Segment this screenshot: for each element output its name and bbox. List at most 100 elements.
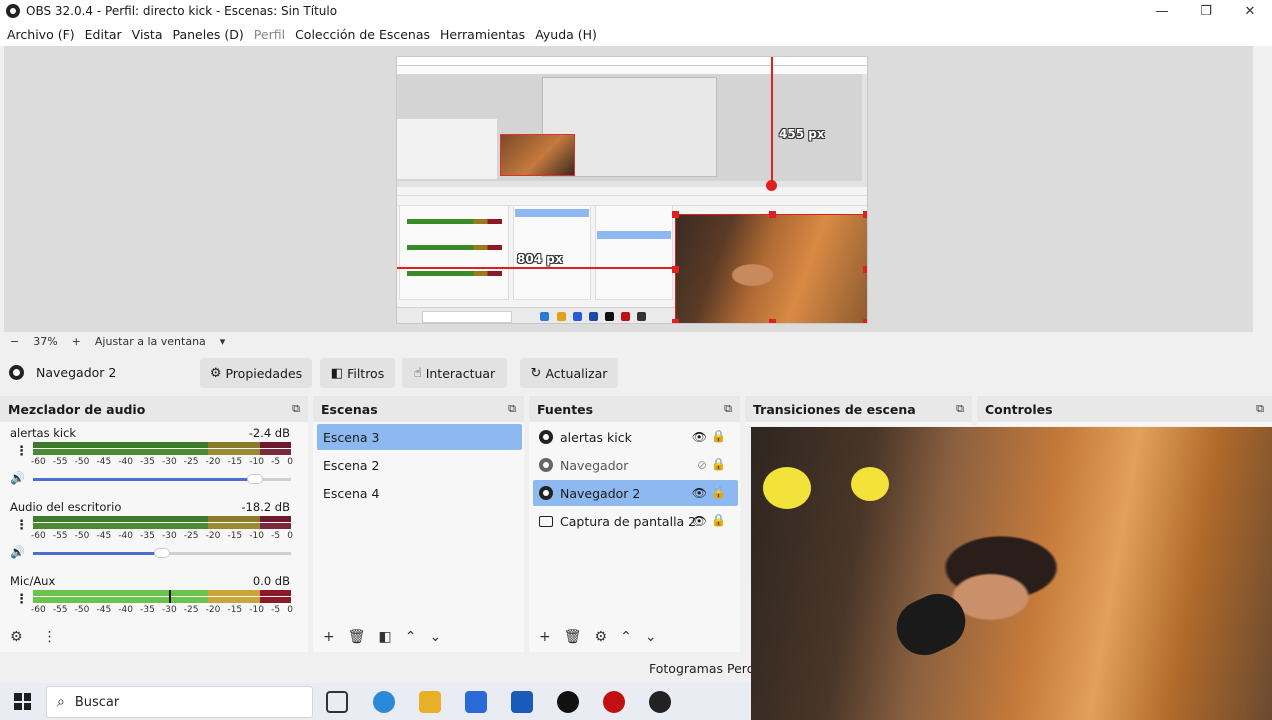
zoom-in-button[interactable]: + <box>72 335 81 348</box>
volume-slider-thumb[interactable] <box>246 474 263 484</box>
recording-app-icon[interactable] <box>603 691 625 713</box>
lock-icon[interactable]: 🔒 <box>711 485 726 499</box>
microsoft-store-icon[interactable] <box>465 691 487 713</box>
source-item[interactable]: Navegador 2 👁 🔒 <box>533 480 738 506</box>
resize-handle[interactable] <box>769 211 776 218</box>
vertical-distance-label: 455 px <box>779 127 825 141</box>
scene-item[interactable]: Escena 4 <box>317 480 522 506</box>
tiktok-icon[interactable] <box>557 691 579 713</box>
volume-slider[interactable] <box>33 548 291 558</box>
meter-tick-label: -20 <box>205 457 221 467</box>
outlook-icon[interactable] <box>511 691 533 713</box>
filter-icon[interactable]: ◧ <box>379 629 392 645</box>
meter-tick-label: -55 <box>52 531 68 541</box>
gear-icon[interactable]: ⚙ <box>595 629 608 645</box>
resize-handle[interactable] <box>672 211 679 218</box>
browser-icon <box>539 458 553 472</box>
trash-icon[interactable]: 🗑 <box>348 629 366 645</box>
source-item[interactable]: alertas kick 👁 🔒 <box>533 424 738 450</box>
refresh-button[interactable]: ↻ Actualizar <box>520 358 618 388</box>
dock-header: Escenas ⧉ <box>313 396 524 422</box>
scene-item[interactable]: Escena 3 <box>317 424 522 450</box>
obs-taskbar-icon[interactable] <box>649 691 671 713</box>
scenes-title: Escenas <box>321 401 378 417</box>
speaker-icon[interactable]: 🔊 <box>10 471 25 485</box>
lock-icon[interactable]: 🔒 <box>711 513 726 527</box>
menu-profile[interactable]: Perfil <box>249 27 290 42</box>
menu-file[interactable]: Archivo (F) <box>2 27 80 42</box>
lock-icon[interactable]: 🔒 <box>711 429 726 443</box>
meter-tick-label: -50 <box>74 605 90 615</box>
eye-icon[interactable]: 👁 <box>692 430 707 444</box>
undock-icon[interactable]: ⧉ <box>1256 402 1264 416</box>
eye-icon[interactable]: 👁 <box>692 486 707 500</box>
preview-canvas[interactable]: 455 px 804 px <box>396 56 868 324</box>
move-down-icon[interactable]: ⌄ <box>429 629 441 645</box>
lock-icon[interactable]: 🔒 <box>711 457 726 471</box>
resize-handle[interactable] <box>863 211 867 218</box>
screen-capture-icon <box>539 515 553 527</box>
kebab-menu-icon[interactable]: ⋮ <box>15 444 28 459</box>
add-icon[interactable]: + <box>539 629 551 645</box>
minimize-button[interactable]: — <box>1140 0 1184 22</box>
edge-browser-icon[interactable] <box>373 691 395 713</box>
fit-to-window-label[interactable]: Ajustar a la ventana <box>95 335 206 348</box>
move-up-icon[interactable]: ⌃ <box>405 629 417 645</box>
trash-icon[interactable]: 🗑 <box>564 629 582 645</box>
resize-handle[interactable] <box>672 319 679 323</box>
kebab-menu-icon[interactable]: ⋮ <box>15 518 28 533</box>
interact-button[interactable]: ☝ Interactuar <box>402 358 507 388</box>
undock-icon[interactable]: ⧉ <box>956 402 964 416</box>
move-up-icon[interactable]: ⌃ <box>620 629 632 645</box>
meter-tick-label: -15 <box>227 605 243 615</box>
scene-label: Escena 3 <box>323 429 380 445</box>
volume-slider-thumb[interactable] <box>154 548 170 558</box>
undock-icon[interactable]: ⧉ <box>724 402 732 416</box>
undock-icon[interactable]: ⧉ <box>292 402 300 416</box>
close-button[interactable]: ✕ <box>1228 0 1272 22</box>
taskbar-search[interactable]: ⌕ Buscar <box>46 686 313 718</box>
properties-button[interactable]: ⚙ Propiedades <box>200 358 312 388</box>
menu-edit[interactable]: Editar <box>80 27 127 42</box>
menu-docks[interactable]: Paneles (D) <box>168 27 249 42</box>
zoom-out-button[interactable]: − <box>10 335 19 348</box>
task-view-icon[interactable] <box>326 691 348 713</box>
move-down-icon[interactable]: ⌄ <box>645 629 657 645</box>
scene-item[interactable]: Escena 2 <box>317 452 522 478</box>
speaker-icon[interactable]: 🔊 <box>10 545 25 559</box>
menu-help[interactable]: Ayuda (H) <box>530 27 602 42</box>
menu-tools[interactable]: Herramientas <box>435 27 530 42</box>
obs-logo-icon <box>6 4 20 18</box>
filters-button[interactable]: ◧ Filtros <box>320 358 395 388</box>
eye-hidden-icon[interactable]: ⊘ <box>697 458 707 472</box>
menu-scene-collection[interactable]: Colección de Escenas <box>290 27 435 42</box>
advanced-audio-gear-icon[interactable]: ⚙ <box>10 629 23 645</box>
source-item[interactable]: Captura de pantalla 2 👁 🔒 <box>533 508 738 534</box>
source-item[interactable]: Navegador ⊘ 🔒 <box>533 452 738 478</box>
resize-handle[interactable] <box>863 319 867 323</box>
menu-view[interactable]: Vista <box>127 27 168 42</box>
add-icon[interactable]: + <box>323 629 335 645</box>
meter-tick-label: -60 <box>31 531 46 541</box>
controls-dock: Controles ⧉ <box>977 396 1272 426</box>
preview-area[interactable]: 455 px 804 px <box>4 46 1253 332</box>
windows-start-icon[interactable] <box>14 693 31 710</box>
file-explorer-icon[interactable] <box>419 691 441 713</box>
maximize-button[interactable]: ❐ <box>1184 0 1228 22</box>
resize-handle[interactable] <box>769 319 776 323</box>
eye-icon[interactable]: 👁 <box>692 514 707 528</box>
search-icon: ⌕ <box>57 694 65 710</box>
resize-handle[interactable] <box>863 266 867 273</box>
selection-box[interactable] <box>675 214 867 323</box>
meter-tick-label: -5 <box>271 605 281 615</box>
undock-icon[interactable]: ⧉ <box>508 402 516 416</box>
kebab-menu-icon[interactable]: ⋮ <box>15 592 28 607</box>
meter-tick-label: -10 <box>249 531 264 541</box>
meter-tick-label: -30 <box>161 531 177 541</box>
meter-tick-label: -45 <box>96 605 112 615</box>
source-context-bar: Navegador 2 ⚙ Propiedades ◧ Filtros ☝ In… <box>0 354 1272 392</box>
kebab-menu-icon[interactable]: ⋮ <box>43 629 57 645</box>
zoom-dropdown-icon[interactable]: ▾ <box>220 335 226 348</box>
volume-slider[interactable] <box>33 474 291 484</box>
channel-name: alertas kick <box>10 426 77 440</box>
